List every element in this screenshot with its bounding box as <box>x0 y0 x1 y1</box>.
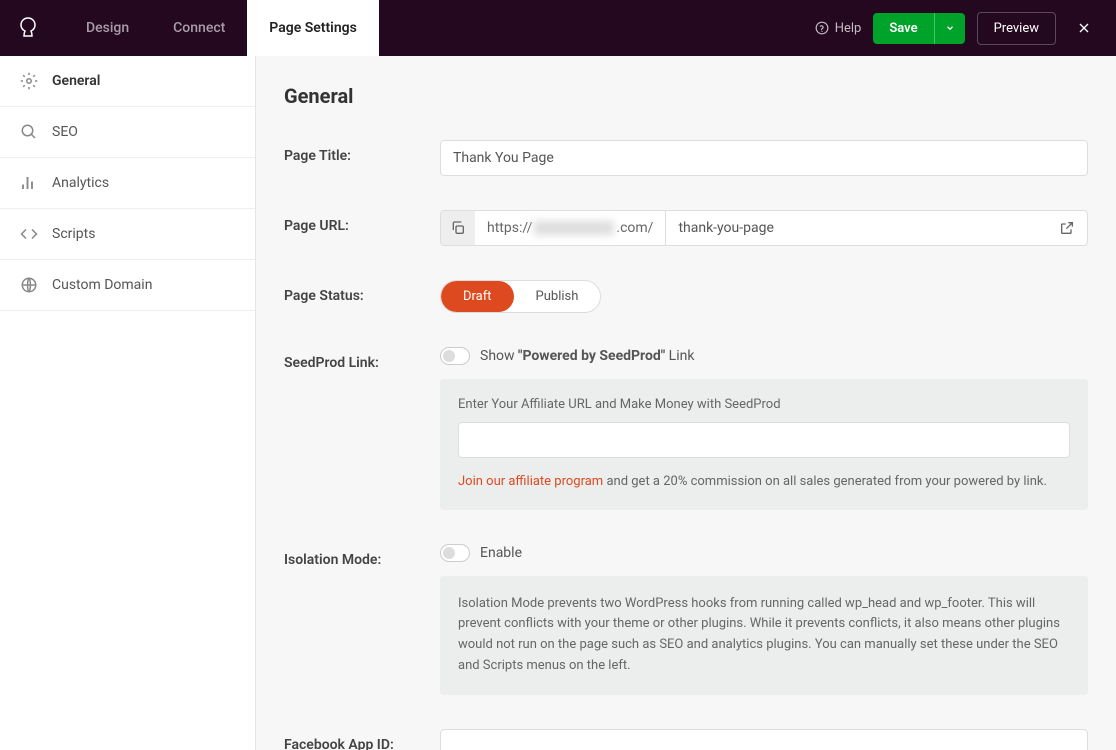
gear-icon <box>20 72 38 90</box>
sidebar-label: SEO <box>52 124 78 140</box>
isolation-toggle[interactable] <box>440 544 470 562</box>
status-draft-button[interactable]: Draft <box>441 281 514 312</box>
field-seedprod-link: SeedProd Link: Show "Powered by SeedProd… <box>284 347 1088 510</box>
page-title-label: Page Title: <box>284 140 440 176</box>
code-icon <box>20 225 38 243</box>
open-url-button[interactable] <box>1047 211 1087 245</box>
preview-button[interactable]: Preview <box>977 12 1056 45</box>
affiliate-url-input[interactable] <box>458 422 1070 458</box>
analytics-icon <box>20 174 38 192</box>
url-blurred-domain <box>534 221 614 235</box>
status-toggle: Draft Publish <box>440 280 601 313</box>
status-publish-button[interactable]: Publish <box>514 281 601 312</box>
page-status-label: Page Status: <box>284 280 440 313</box>
sidebar-label: Analytics <box>52 175 109 191</box>
tab-design[interactable]: Design <box>64 0 151 56</box>
sidebar-item-general[interactable]: General <box>0 56 255 107</box>
seedprod-toggle[interactable] <box>440 347 470 365</box>
seedprod-toggle-wrap: Show "Powered by SeedProd" Link <box>440 347 1088 365</box>
topbar-right: Help Save Preview <box>815 12 1100 45</box>
copy-icon <box>450 220 466 236</box>
seedprod-toggle-label: Show "Powered by SeedProd" Link <box>480 348 694 364</box>
affiliate-box: Enter Your Affiliate URL and Make Money … <box>440 379 1088 510</box>
help-link[interactable]: Help <box>815 21 862 36</box>
sidebar-item-custom-domain[interactable]: Custom Domain <box>0 260 255 311</box>
sidebar-label: Scripts <box>52 226 95 242</box>
nav-tabs: Design Connect Page Settings <box>64 0 379 56</box>
page-url-label: Page URL: <box>284 210 440 246</box>
chevron-down-icon <box>945 23 955 33</box>
close-button[interactable] <box>1068 16 1100 40</box>
sidebar: General SEO Analytics Scripts Custom Dom… <box>0 56 256 750</box>
field-page-title: Page Title: <box>284 140 1088 176</box>
help-label: Help <box>835 21 862 36</box>
seedprod-link-label: SeedProd Link: <box>284 347 440 510</box>
url-group: https://.com/ <box>440 210 1088 246</box>
url-domain: https://.com/ <box>475 211 665 245</box>
isolation-toggle-label: Enable <box>480 545 522 561</box>
isolation-toggle-wrap: Enable <box>440 544 1088 562</box>
page-heading: General <box>284 84 1088 108</box>
field-page-url: Page URL: https://.com/ <box>284 210 1088 246</box>
save-dropdown-button[interactable] <box>934 13 965 44</box>
save-button-group: Save <box>873 13 964 44</box>
search-icon <box>20 123 38 141</box>
field-isolation-mode: Isolation Mode: Enable Isolation Mode pr… <box>284 544 1088 695</box>
sidebar-item-scripts[interactable]: Scripts <box>0 209 255 260</box>
affiliate-program-link[interactable]: Join our affiliate program <box>458 474 603 489</box>
sidebar-item-seo[interactable]: SEO <box>0 107 255 158</box>
sidebar-label: Custom Domain <box>52 277 152 293</box>
content: General Page Title: Page URL: https://.c… <box>256 56 1116 750</box>
field-facebook-app-id: Facebook App ID: <box>284 729 1088 750</box>
sidebar-item-analytics[interactable]: Analytics <box>0 158 255 209</box>
sidebar-label: General <box>52 73 100 89</box>
field-page-status: Page Status: Draft Publish <box>284 280 1088 313</box>
topbar: Design Connect Page Settings Help Save P… <box>0 0 1116 56</box>
copy-url-button[interactable] <box>441 211 475 245</box>
facebook-app-id-input[interactable] <box>440 729 1088 750</box>
page-title-input[interactable] <box>440 140 1088 176</box>
tab-page-settings[interactable]: Page Settings <box>247 0 379 56</box>
isolation-description: Isolation Mode prevents two WordPress ho… <box>440 576 1088 695</box>
globe-icon <box>20 276 38 294</box>
help-icon <box>815 21 829 35</box>
url-slug-input[interactable] <box>665 211 1047 245</box>
affiliate-label: Enter Your Affiliate URL and Make Money … <box>458 397 1070 412</box>
seedprod-logo <box>16 16 40 40</box>
affiliate-note: Join our affiliate program and get a 20%… <box>458 472 1070 492</box>
close-icon <box>1076 20 1092 36</box>
save-button[interactable]: Save <box>873 13 933 44</box>
facebook-label: Facebook App ID: <box>284 729 440 750</box>
tab-connect[interactable]: Connect <box>151 0 247 56</box>
main: General SEO Analytics Scripts Custom Dom… <box>0 56 1116 750</box>
isolation-label: Isolation Mode: <box>284 544 440 695</box>
external-link-icon <box>1059 220 1075 236</box>
